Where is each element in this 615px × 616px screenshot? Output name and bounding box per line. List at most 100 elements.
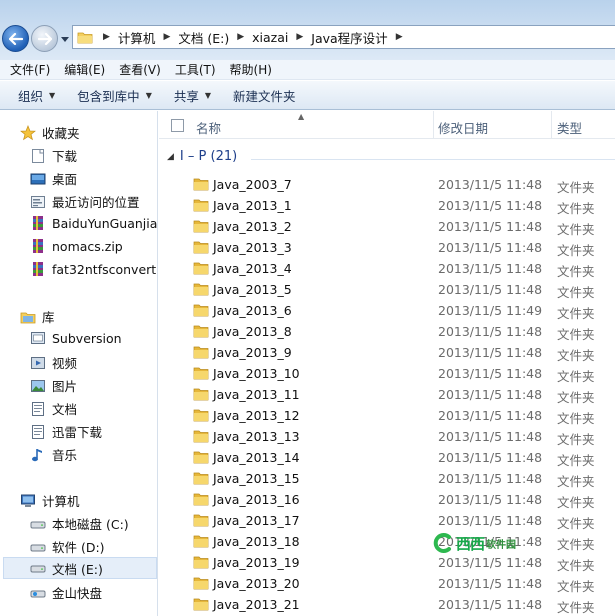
file-modified-date: 2013/11/5 11:48	[438, 345, 543, 360]
file-type: 文件夹	[557, 201, 595, 216]
file-row[interactable]: Java_2013_10 2013/11/5 11:48 文件夹	[159, 363, 615, 384]
file-type: 文件夹	[557, 306, 595, 321]
recent-places-icon	[30, 194, 46, 210]
thunder-download-icon	[30, 424, 46, 440]
file-row[interactable]: Java_2013_16 2013/11/5 11:48 文件夹	[159, 489, 615, 510]
nav-item-kuaipan[interactable]: 金山快盘	[30, 583, 102, 602]
nav-item-downloads[interactable]: 下载	[30, 146, 77, 165]
address-bar[interactable]: ▶ 计算机 ▶ 文档 (E:) ▶ xiazai ▶ Java程序设计 ▶	[72, 25, 615, 49]
menu-edit[interactable]: 编辑(E)	[64, 61, 105, 78]
menu-view[interactable]: 查看(V)	[119, 61, 161, 78]
forward-button[interactable]	[31, 25, 58, 52]
file-type: 文件夹	[557, 264, 595, 279]
file-modified-date: 2013/11/5 11:48	[438, 471, 543, 486]
address-toolbar: ▶ 计算机 ▶ 文档 (E:) ▶ xiazai ▶ Java程序设计 ▶	[0, 0, 615, 60]
file-modified-date: 2013/11/5 11:48	[438, 366, 543, 381]
nav-item-drive-e[interactable]: 文档 (E:)	[3, 557, 157, 579]
breadcrumb-item-computer[interactable]: 计算机 ▶	[118, 28, 178, 47]
chevron-down-icon	[61, 36, 69, 42]
nav-item-baiduyun-zip[interactable]: BaiduYunGuanjia.z	[30, 215, 157, 231]
column-header-date[interactable]: 修改日期	[438, 118, 488, 137]
svn-library-icon	[30, 330, 46, 346]
file-row[interactable]: Java_2013_4 2013/11/5 11:48 文件夹	[159, 258, 615, 279]
winrar-archive-icon	[30, 238, 46, 254]
file-row[interactable]: Java_2013_21 2013/11/5 11:48 文件夹	[159, 594, 615, 615]
folder-icon	[193, 472, 209, 485]
group-header[interactable]: ◢ I – P (21)	[167, 149, 237, 164]
file-name: Java_2013_9	[213, 345, 292, 360]
menu-tools[interactable]: 工具(T)	[175, 61, 216, 78]
file-modified-date: 2013/11/5 11:48	[438, 513, 543, 528]
menu-help[interactable]: 帮助(H)	[230, 61, 272, 78]
file-row[interactable]: Java_2013_5 2013/11/5 11:48 文件夹	[159, 279, 615, 300]
nav-item-drive-c[interactable]: 本地磁盘 (C:)	[30, 514, 129, 533]
file-row[interactable]: Java_2013_12 2013/11/5 11:48 文件夹	[159, 405, 615, 426]
new-folder-button[interactable]: 新建文件夹	[233, 86, 296, 105]
folder-icon	[193, 409, 209, 422]
file-row[interactable]: Java_2013_1 2013/11/5 11:48 文件夹	[159, 195, 615, 216]
nav-item-subversion[interactable]: Subversion	[30, 330, 122, 346]
file-modified-date: 2013/11/5 11:48	[438, 219, 543, 234]
file-row[interactable]: Java_2013_3 2013/11/5 11:48 文件夹	[159, 237, 615, 258]
file-type: 文件夹	[557, 285, 595, 300]
file-row[interactable]: Java_2013_13 2013/11/5 11:48 文件夹	[159, 426, 615, 447]
file-name: Java_2013_8	[213, 324, 292, 339]
nav-item-music[interactable]: 音乐	[30, 445, 77, 464]
nav-computer[interactable]: 计算机	[20, 491, 80, 510]
nav-item-videos[interactable]: 视频	[30, 353, 77, 372]
file-name: Java_2013_10	[213, 366, 300, 381]
command-bar: 组织 ▼ 包含到库中 ▼ 共享 ▼ 新建文件夹	[0, 81, 615, 110]
column-divider[interactable]	[433, 111, 434, 139]
nav-favorites[interactable]: 收藏夹	[20, 123, 80, 142]
folder-icon	[193, 346, 209, 359]
nav-item-drive-d[interactable]: 软件 (D:)	[30, 537, 105, 556]
breadcrumb-item-xiazai[interactable]: xiazai ▶	[252, 30, 311, 45]
share-button[interactable]: 共享 ▼	[174, 86, 211, 105]
file-type: 文件夹	[557, 453, 595, 468]
video-library-icon	[30, 355, 46, 371]
breadcrumb-item-drive-e[interactable]: 文档 (E:) ▶	[178, 28, 252, 47]
file-row[interactable]: Java_2003_7 2013/11/5 11:48 文件夹	[159, 174, 615, 195]
organize-button[interactable]: 组织 ▼	[18, 86, 55, 105]
file-type: 文件夹	[557, 411, 595, 426]
recent-pages-dropdown[interactable]	[60, 34, 70, 44]
include-in-library-button[interactable]: 包含到库中 ▼	[77, 86, 152, 105]
sort-ascending-icon: ▲	[298, 112, 305, 121]
column-header-name[interactable]: 名称	[196, 118, 221, 137]
column-divider[interactable]	[551, 111, 552, 139]
file-row[interactable]: Java_2013_9 2013/11/5 11:48 文件夹	[159, 342, 615, 363]
document-library-icon	[30, 401, 46, 417]
menu-file[interactable]: 文件(F)	[10, 61, 50, 78]
file-row[interactable]: Java_2013_8 2013/11/5 11:48 文件夹	[159, 321, 615, 342]
select-all-checkbox[interactable]	[171, 119, 184, 132]
file-modified-date: 2013/11/5 11:49	[438, 303, 543, 318]
file-row[interactable]: Java_2013_15 2013/11/5 11:48 文件夹	[159, 468, 615, 489]
breadcrumb-separator-root[interactable]: ▶	[95, 32, 118, 42]
folder-icon	[193, 514, 209, 527]
column-header-type[interactable]: 类型	[557, 118, 582, 137]
file-name: Java_2013_21	[213, 597, 300, 612]
column-headers: ▲ 名称 修改日期 类型	[159, 111, 615, 139]
file-name: Java_2013_2	[213, 219, 292, 234]
back-button[interactable]	[2, 25, 29, 52]
nav-item-thunder-downloads[interactable]: 迅雷下载	[30, 422, 102, 441]
breadcrumb-item-current[interactable]: Java程序设计 ▶	[311, 28, 410, 47]
file-row[interactable]: Java_2013_20 2013/11/5 11:48 文件夹	[159, 573, 615, 594]
file-row[interactable]: Java_2013_11 2013/11/5 11:48 文件夹	[159, 384, 615, 405]
nav-item-documents[interactable]: 文档	[30, 399, 77, 418]
download-folder-icon	[30, 148, 46, 164]
file-type: 文件夹	[557, 579, 595, 594]
file-row[interactable]: Java_2013_2 2013/11/5 11:48 文件夹	[159, 216, 615, 237]
file-row[interactable]: Java_2013_14 2013/11/5 11:48 文件夹	[159, 447, 615, 468]
nav-item-recent-places[interactable]: 最近访问的位置	[30, 192, 140, 211]
nav-item-desktop[interactable]: 桌面	[30, 169, 77, 188]
nav-item-pictures[interactable]: 图片	[30, 376, 77, 395]
file-modified-date: 2013/11/5 11:48	[438, 387, 543, 402]
file-modified-date: 2013/11/5 11:48	[438, 408, 543, 423]
file-row[interactable]: Java_2013_6 2013/11/5 11:49 文件夹	[159, 300, 615, 321]
nav-libraries[interactable]: 库	[20, 307, 55, 326]
file-type: 文件夹	[557, 537, 595, 552]
nav-item-fat32ntfsconvert-zip[interactable]: fat32ntfsconvert.zi	[30, 261, 157, 277]
nav-item-nomacs-zip[interactable]: nomacs.zip	[30, 238, 123, 254]
folder-icon	[77, 32, 93, 44]
